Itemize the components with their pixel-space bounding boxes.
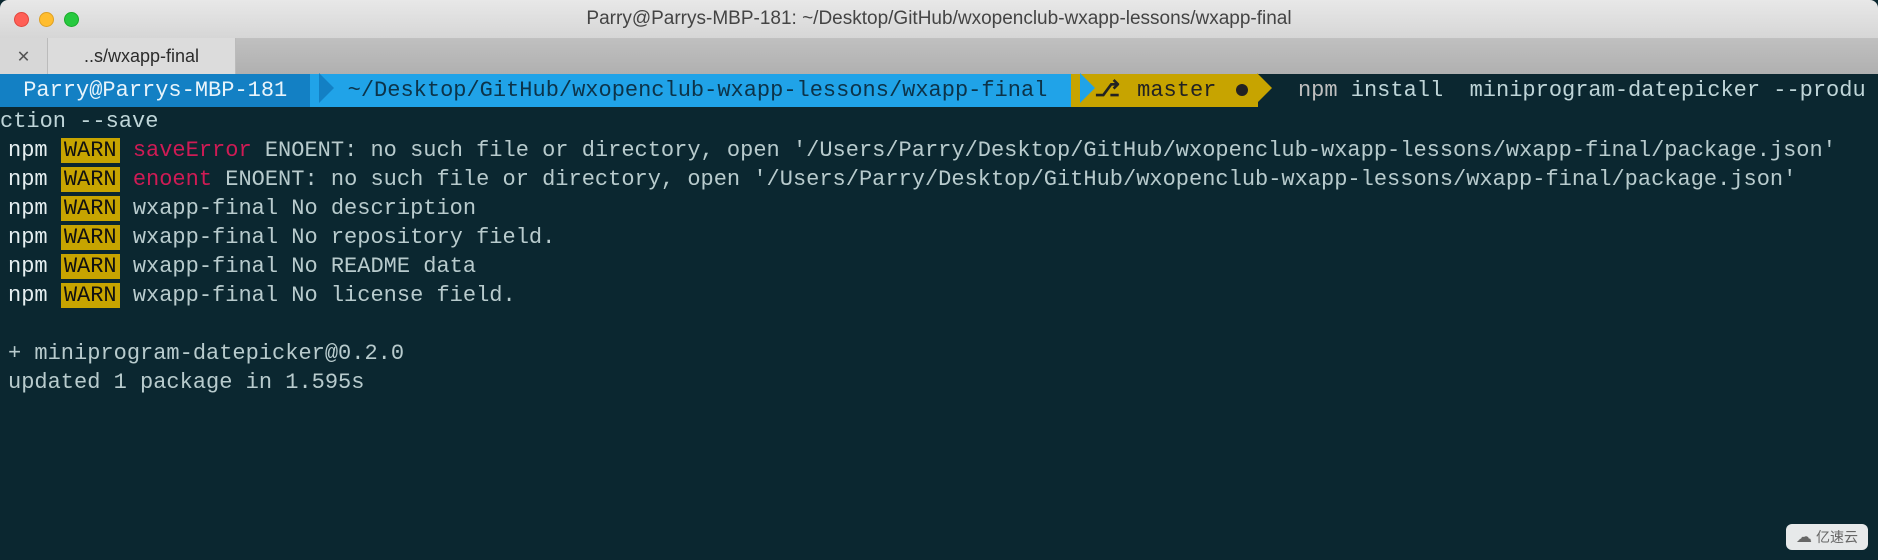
warn-badge: WARN [61, 138, 120, 163]
warn-msg: wxapp-final No description [120, 196, 476, 221]
warn-msg: ENOENT: no such file or directory, open … [252, 138, 1836, 163]
warn-msg: ENOENT: no such file or directory, open … [212, 167, 1796, 192]
tab-label: ..s/wxapp-final [84, 46, 199, 67]
prompt-path-segment: ~/Desktop/GitHub/wxopenclub-wxapp-lesson… [310, 74, 1070, 107]
warn-msg: wxapp-final No repository field. [120, 225, 556, 250]
warn-badge: WARN [61, 254, 120, 279]
prompt-user-segment: Parry@Parrys-MBP-181 [0, 74, 310, 107]
close-icon: ✕ [17, 43, 29, 69]
cloud-icon: ☁ [1796, 527, 1812, 547]
warn-msg: wxapp-final No license field. [120, 283, 516, 308]
watermark-text: 亿速云 [1816, 527, 1858, 547]
prompt-branch-text: master [1124, 78, 1230, 103]
git-branch-icon: ⎇ [1095, 78, 1120, 103]
output-blank [0, 310, 1878, 339]
warn-tag: enoent [120, 167, 212, 192]
prompt-path-text: ~/Desktop/GitHub/wxopenclub-wxapp-lesson… [334, 78, 1060, 103]
npm-label: npm [8, 283, 61, 308]
chevron-right-icon [1257, 73, 1272, 103]
output-line: npm WARN wxapp-final No description [0, 194, 1878, 223]
watermark-badge: ☁ 亿速云 [1786, 524, 1868, 550]
terminal[interactable]: Parry@Parrys-MBP-181 ~/Desktop/GitHub/wx… [0, 74, 1878, 397]
tab-bar: ✕ ..s/wxapp-final [0, 38, 1878, 74]
prompt-branch-segment: ⎇ master [1071, 74, 1258, 107]
warn-tag: saveError [120, 138, 252, 163]
titlebar: Parry@Parrys-MBP-181: ~/Desktop/GitHub/w… [0, 0, 1878, 38]
chevron-right-icon [1080, 73, 1095, 103]
tab-active[interactable]: ..s/wxapp-final [48, 38, 236, 74]
chevron-right-icon [319, 73, 334, 103]
warn-badge: WARN [61, 167, 120, 192]
npm-label: npm [8, 225, 61, 250]
window-title: Parry@Parrys-MBP-181: ~/Desktop/GitHub/w… [0, 8, 1878, 30]
output-line: npm WARN wxapp-final No license field. [0, 281, 1878, 310]
warn-badge: WARN [61, 196, 120, 221]
tab-close-button[interactable]: ✕ [0, 38, 48, 74]
warn-msg: wxapp-final No README data [120, 254, 476, 279]
output-line: + miniprogram-datepicker@0.2.0 [0, 339, 1878, 368]
output-line: npm WARN wxapp-final No README data [0, 252, 1878, 281]
warn-badge: WARN [61, 283, 120, 308]
npm-label: npm [8, 196, 61, 221]
git-dirty-dot-icon [1236, 84, 1248, 96]
output-line: updated 1 package in 1.595s [0, 368, 1878, 397]
command-npm: npm [1272, 78, 1338, 103]
npm-label: npm [8, 138, 61, 163]
output-line: npm WARN wxapp-final No repository field… [0, 223, 1878, 252]
npm-label: npm [8, 254, 61, 279]
output-line: npm WARN enoent ENOENT: no such file or … [0, 165, 1878, 194]
warn-badge: WARN [61, 225, 120, 250]
npm-label: npm [8, 167, 61, 192]
output-line: npm WARN saveError ENOENT: no such file … [0, 136, 1878, 165]
prompt-line: Parry@Parrys-MBP-181 ~/Desktop/GitHub/wx… [0, 74, 1878, 136]
